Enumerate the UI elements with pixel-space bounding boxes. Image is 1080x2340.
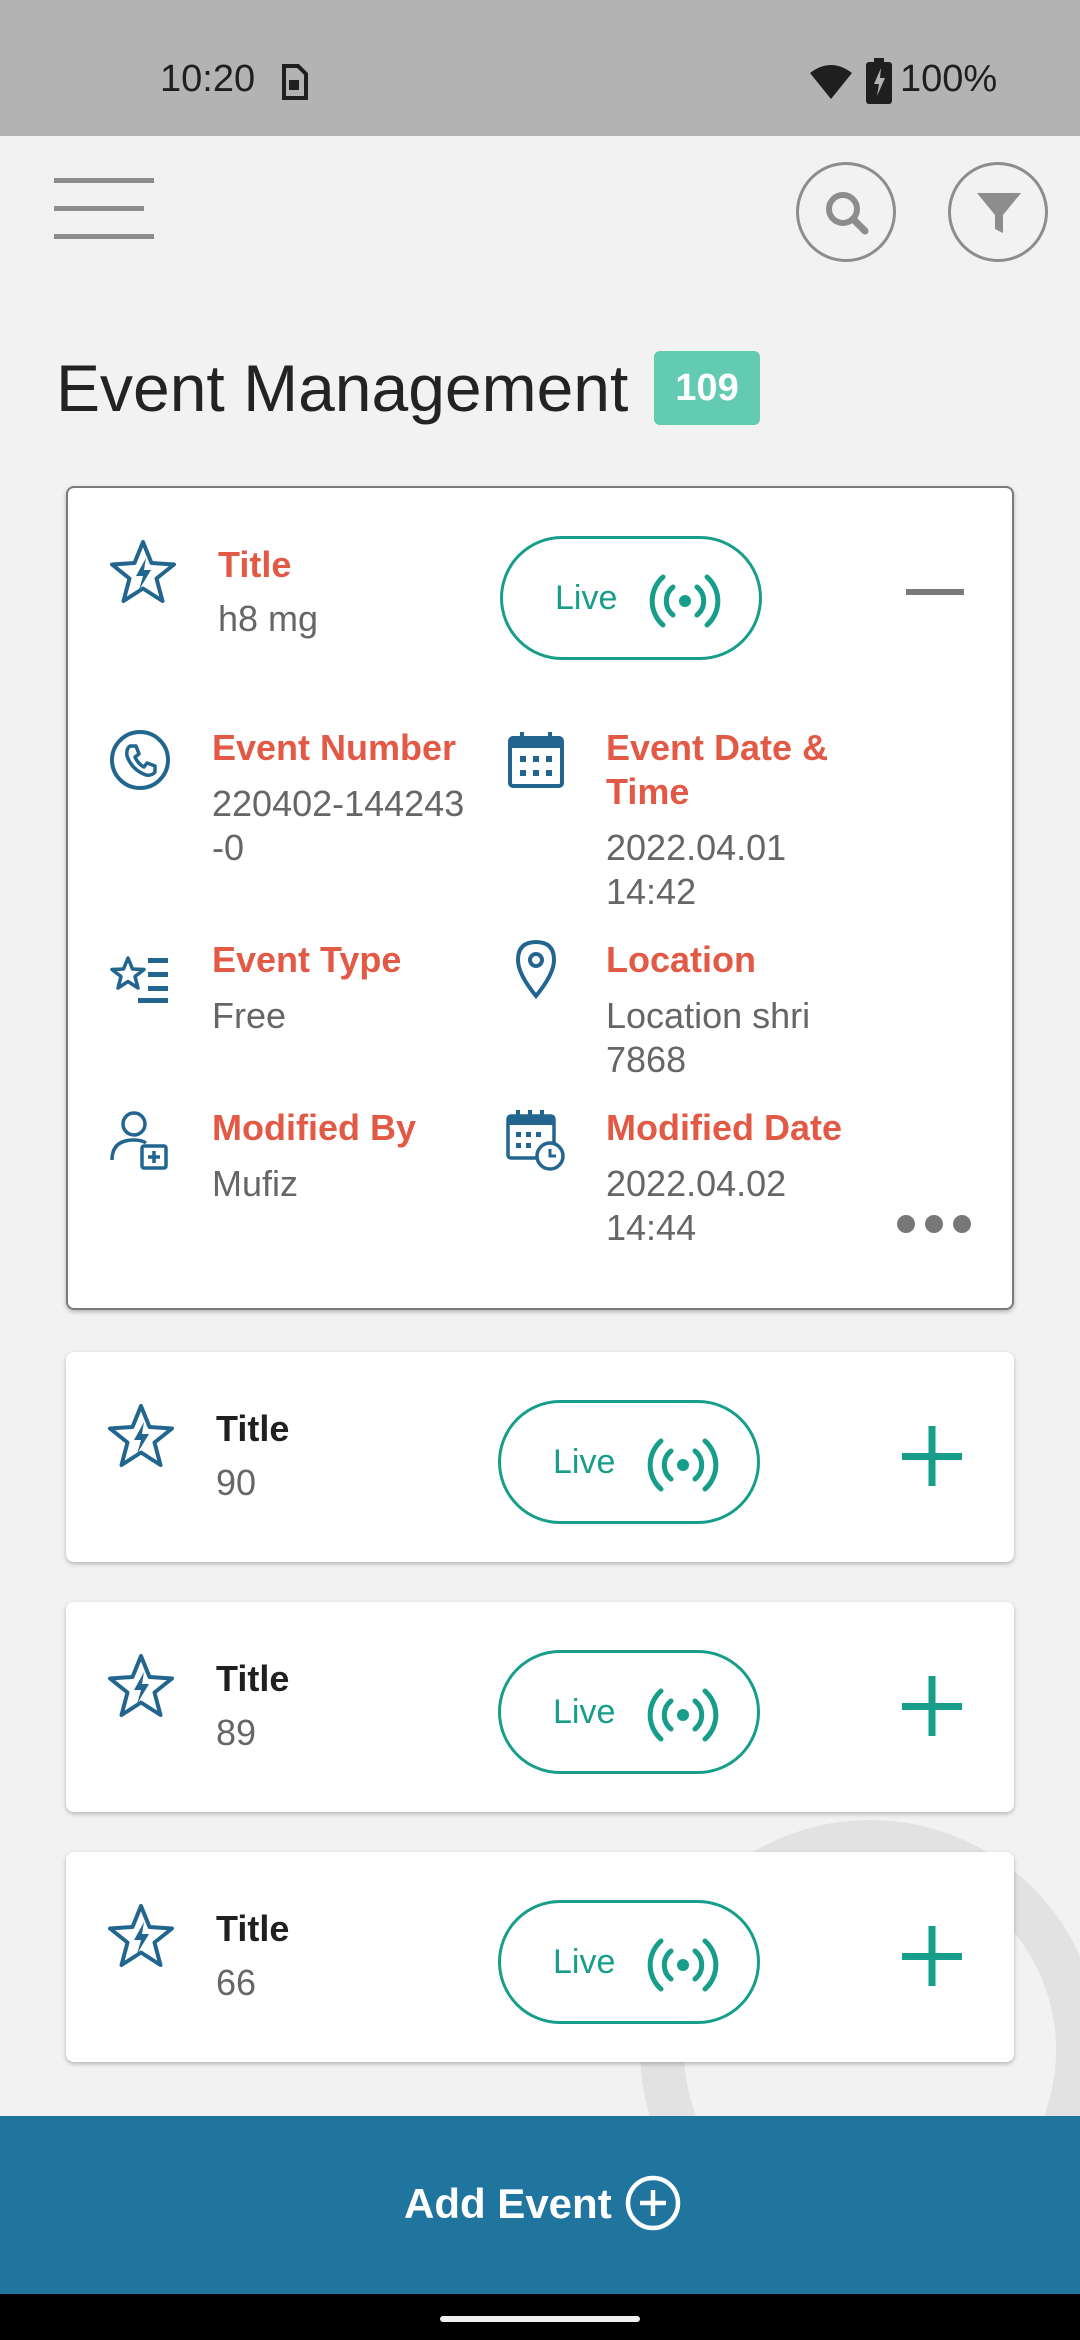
wifi-icon bbox=[810, 65, 852, 99]
broadcast-icon bbox=[647, 1688, 719, 1742]
event-count-badge: 109 bbox=[654, 351, 760, 425]
event-card[interactable]: Title 90 Live bbox=[66, 1352, 1014, 1562]
calendar-clock-icon bbox=[506, 1110, 565, 1171]
event-date-value: 2022.04.01 bbox=[606, 827, 787, 868]
event-card-expanded[interactable]: Title h8 mg Live Event Number 220402-144… bbox=[66, 486, 1014, 1310]
status-time: 10:20 bbox=[160, 58, 256, 100]
home-indicator[interactable] bbox=[440, 2316, 640, 2322]
phone-icon bbox=[110, 730, 170, 790]
event-datetime-label-cont: Time bbox=[606, 771, 690, 812]
event-card[interactable]: Title 66 Live bbox=[66, 1852, 1014, 2062]
location-value-cont: 7868 bbox=[606, 1039, 687, 1080]
search-button[interactable] bbox=[796, 162, 896, 262]
live-button[interactable]: Live bbox=[498, 1400, 760, 1524]
modified-date-value: 2022.04.02 bbox=[606, 1163, 787, 1204]
filter-icon bbox=[977, 193, 1021, 233]
battery-icon bbox=[866, 58, 892, 104]
event-title-label: Title bbox=[216, 1408, 290, 1449]
search-icon bbox=[826, 192, 869, 235]
modified-date-label: Modified Date bbox=[606, 1107, 843, 1148]
event-title-value: h8 mg bbox=[218, 598, 319, 639]
live-button[interactable]: Live bbox=[498, 1650, 760, 1774]
location-value: Location shri bbox=[606, 995, 811, 1036]
battery-percentage: 100% bbox=[900, 58, 998, 100]
sim-icon bbox=[282, 64, 308, 100]
live-label: Live bbox=[555, 579, 618, 617]
location-label: Location bbox=[606, 939, 756, 980]
live-label: Live bbox=[553, 1693, 616, 1731]
event-number-label: Event Number bbox=[212, 727, 457, 768]
location-pin-icon bbox=[515, 939, 557, 1000]
event-title-label: Title bbox=[218, 544, 292, 585]
event-type-value: Free bbox=[212, 995, 287, 1036]
event-title-value: 90 bbox=[216, 1462, 257, 1503]
user-add-icon bbox=[110, 1111, 168, 1170]
broadcast-icon bbox=[647, 1438, 719, 1492]
add-event-label: Add Event bbox=[404, 2180, 612, 2227]
event-number-value-cont: -0 bbox=[212, 827, 245, 868]
more-horizontal-icon[interactable] bbox=[892, 1204, 976, 1244]
star-list-icon bbox=[110, 956, 168, 1003]
event-title-label: Title bbox=[216, 1908, 290, 1949]
broadcast-icon bbox=[647, 1938, 719, 1992]
app-bar bbox=[0, 136, 1080, 286]
live-label: Live bbox=[553, 1443, 616, 1481]
event-time-value: 14:42 bbox=[606, 871, 697, 912]
event-title-value: 66 bbox=[216, 1962, 257, 2003]
event-card[interactable]: Title 89 Live bbox=[66, 1602, 1014, 1812]
star-icon[interactable] bbox=[106, 1402, 176, 1472]
star-icon[interactable] bbox=[106, 1652, 176, 1722]
menu-icon[interactable] bbox=[54, 176, 154, 242]
event-number-value: 220402-144243 bbox=[212, 783, 465, 824]
system-nav-bar bbox=[0, 2294, 1080, 2340]
broadcast-icon bbox=[649, 574, 721, 628]
collapse-minus-icon[interactable] bbox=[892, 550, 976, 634]
modified-time-value: 14:44 bbox=[606, 1207, 697, 1248]
add-event-button[interactable]: Add Event bbox=[0, 2116, 1080, 2294]
expand-plus-icon[interactable] bbox=[890, 1914, 974, 1998]
filter-button[interactable] bbox=[948, 162, 1048, 262]
event-title-label: Title bbox=[216, 1658, 290, 1699]
modified-by-label: Modified By bbox=[212, 1107, 416, 1148]
add-circle-icon bbox=[625, 2175, 681, 2231]
star-icon[interactable] bbox=[106, 1902, 176, 1972]
modified-by-value: Mufiz bbox=[212, 1163, 299, 1204]
live-button[interactable]: Live bbox=[498, 1900, 760, 2024]
expand-plus-icon[interactable] bbox=[890, 1664, 974, 1748]
event-datetime-label: Event Date & bbox=[606, 727, 829, 768]
status-bar: 10:20 100% bbox=[0, 0, 1080, 136]
live-label: Live bbox=[553, 1943, 616, 1981]
page-title: Event Management bbox=[56, 351, 629, 425]
event-type-label: Event Type bbox=[212, 939, 402, 980]
calendar-icon bbox=[508, 732, 564, 788]
expand-plus-icon[interactable] bbox=[890, 1414, 974, 1498]
star-icon[interactable] bbox=[108, 538, 178, 608]
live-button[interactable]: Live bbox=[500, 536, 762, 660]
event-title-value: 89 bbox=[216, 1712, 257, 1753]
